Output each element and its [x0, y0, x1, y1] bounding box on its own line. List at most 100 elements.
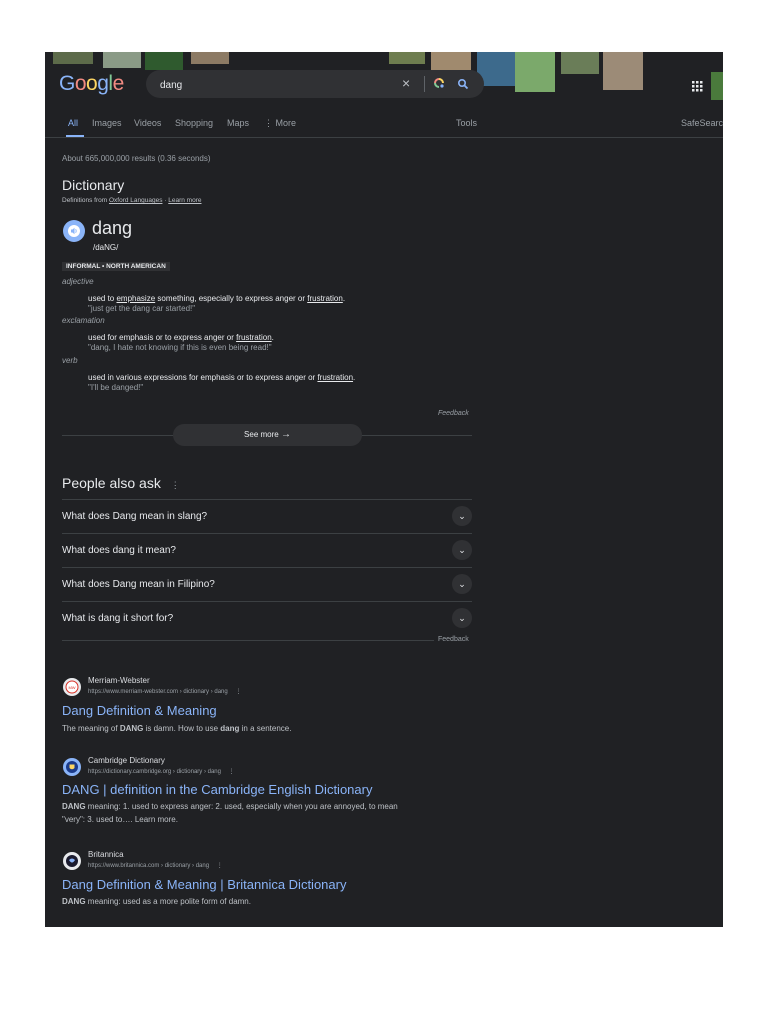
paa-bottom-line — [62, 640, 434, 641]
def-text: . — [342, 294, 346, 303]
paa-question[interactable]: What is dang it short for? ⌄ — [62, 601, 472, 635]
oxford-languages-link[interactable]: Oxford Languages — [109, 197, 162, 204]
def-text: . — [271, 333, 274, 342]
arrow-right-icon: → — [280, 429, 291, 440]
example-adjective: "just get the dang car started!" — [88, 304, 196, 313]
header-tile — [711, 72, 723, 100]
result-title-link[interactable]: Dang Definition & Meaning — [62, 703, 217, 718]
tools-button[interactable]: Tools — [456, 118, 477, 128]
dictionary-heading: Dictionary — [62, 177, 125, 193]
pronunciation-button[interactable] — [63, 220, 85, 242]
safesearch-button[interactable]: SafeSearch — [681, 118, 723, 128]
snippet-text: meaning: 1. used to express anger: 2. us… — [85, 802, 398, 811]
header-tile — [561, 52, 599, 74]
tab-shopping[interactable]: Shopping — [175, 118, 213, 128]
paa-feedback[interactable]: Feedback — [438, 636, 469, 643]
paa-question[interactable]: What does Dang mean in slang? ⌄ — [62, 499, 472, 533]
source-prefix: Definitions from — [62, 197, 108, 204]
header-tile — [53, 52, 93, 64]
tab-images[interactable]: Images — [92, 118, 122, 128]
pos-adjective: adjective — [62, 277, 94, 286]
search-results-page: Google × — [45, 52, 723, 927]
snippet-text: in a sentence. — [239, 724, 292, 733]
example-verb: "I'll be danged!" — [88, 383, 144, 392]
learn-more-link[interactable]: Learn more — [168, 197, 201, 204]
chevron-down-icon[interactable]: ⌄ — [452, 574, 472, 594]
chevron-down-icon[interactable]: ⌄ — [452, 506, 472, 526]
paa-question[interactable]: What does Dang mean in Filipino? ⌄ — [62, 567, 472, 601]
svg-text:MW: MW — [68, 685, 75, 690]
result-snippet: DANG meaning: used as a more polite form… — [62, 895, 251, 908]
definition-verb: used in various expressions for emphasis… — [88, 373, 355, 382]
paa-question-text: What does Dang mean in slang? — [62, 511, 208, 522]
search-input[interactable] — [158, 75, 392, 95]
snippet-text: is damn. How to use — [143, 724, 221, 733]
result-site-name: Cambridge Dictionary — [88, 756, 165, 765]
speaker-icon — [68, 225, 80, 237]
phonetic: /daNG/ — [93, 243, 119, 252]
result-url: https://dictionary.cambridge.org › dicti… — [88, 768, 235, 775]
result-url: https://www.merriam-webster.com › dictio… — [88, 688, 241, 695]
headword: dang — [92, 218, 133, 238]
snippet-text: meaning: used as a more polite form of d… — [85, 897, 251, 906]
snippet-bold: DANG — [119, 724, 144, 733]
def-text: used to — [88, 294, 117, 303]
source-separator: · — [164, 197, 167, 204]
more-options-icon[interactable]: ⋮ — [217, 863, 223, 869]
see-more-label: See more — [244, 430, 279, 439]
header: Google × — [45, 52, 723, 100]
tab-all[interactable]: All — [68, 118, 78, 128]
def-text: used in various expressions for emphasis… — [88, 373, 318, 382]
search-icon[interactable] — [457, 77, 469, 95]
paa-question-text: What does Dang mean in Filipino? — [62, 579, 215, 590]
more-dots-icon: ⋮ — [264, 118, 276, 128]
snippet-bold: DANG — [62, 802, 86, 811]
def-text: used for emphasis or to express anger or — [88, 333, 237, 342]
more-options-icon[interactable]: ⋮ — [229, 769, 235, 775]
britannica-favicon — [63, 852, 81, 870]
header-tile — [191, 52, 229, 64]
lens-icon[interactable] — [433, 77, 446, 95]
tab-videos[interactable]: Videos — [134, 118, 161, 128]
snippet-bold: DANG — [62, 897, 86, 906]
dictionary-feedback[interactable]: Feedback — [438, 410, 469, 417]
cambridge-favicon — [63, 758, 81, 776]
paa-heading: People also ask ⋮ — [62, 475, 180, 491]
def-text: something, especially to express anger o… — [155, 294, 308, 303]
result-snippet: The meaning of DANG is damn. How to use … — [62, 722, 291, 735]
pos-exclamation: exclamation — [62, 316, 105, 325]
header-tile — [145, 52, 183, 70]
more-options-icon[interactable]: ⋮ — [235, 689, 241, 695]
paa-question-text: What is dang it short for? — [62, 613, 174, 624]
paa-heading-text: People also ask — [62, 475, 161, 491]
apps-icon[interactable] — [692, 79, 703, 97]
clear-icon[interactable]: × — [402, 75, 410, 91]
chevron-down-icon[interactable]: ⌄ — [452, 540, 472, 560]
search-divider — [424, 76, 425, 92]
search-box: × — [146, 70, 484, 98]
paa-question[interactable]: What does dang it mean? ⌄ — [62, 533, 472, 567]
result-site-name: Merriam-Webster — [88, 676, 150, 685]
result-site-name: Britannica — [88, 850, 124, 859]
result-url-text: https://dictionary.cambridge.org › dicti… — [88, 769, 221, 775]
frustration-link[interactable]: frustration — [307, 294, 343, 303]
chevron-down-icon[interactable]: ⌄ — [452, 608, 472, 628]
emphasize-link[interactable]: emphasize — [116, 294, 155, 303]
header-tile — [515, 52, 555, 92]
see-more-button[interactable]: See more → — [173, 424, 362, 446]
def-text: . — [353, 373, 356, 382]
frustration-link[interactable]: frustration — [236, 333, 272, 342]
header-tile — [431, 52, 471, 70]
frustration-link[interactable]: frustration — [317, 373, 353, 382]
result-title-link[interactable]: Dang Definition & Meaning | Britannica D… — [62, 877, 346, 892]
tab-maps[interactable]: Maps — [227, 118, 249, 128]
header-tile — [389, 52, 425, 64]
result-title-link[interactable]: DANG | definition in the Cambridge Engli… — [62, 782, 372, 797]
google-logo[interactable]: Google — [59, 72, 124, 96]
result-url: https://www.britannica.com › dictionary … — [88, 862, 223, 869]
result-url-text: https://www.merriam-webster.com › dictio… — [88, 689, 228, 695]
tab-more[interactable]: ⋮ More — [264, 118, 296, 129]
more-options-icon[interactable]: ⋮ — [171, 480, 180, 490]
pos-verb: verb — [62, 356, 78, 365]
example-exclamation: "dang, I hate not knowing if this is eve… — [88, 343, 272, 352]
